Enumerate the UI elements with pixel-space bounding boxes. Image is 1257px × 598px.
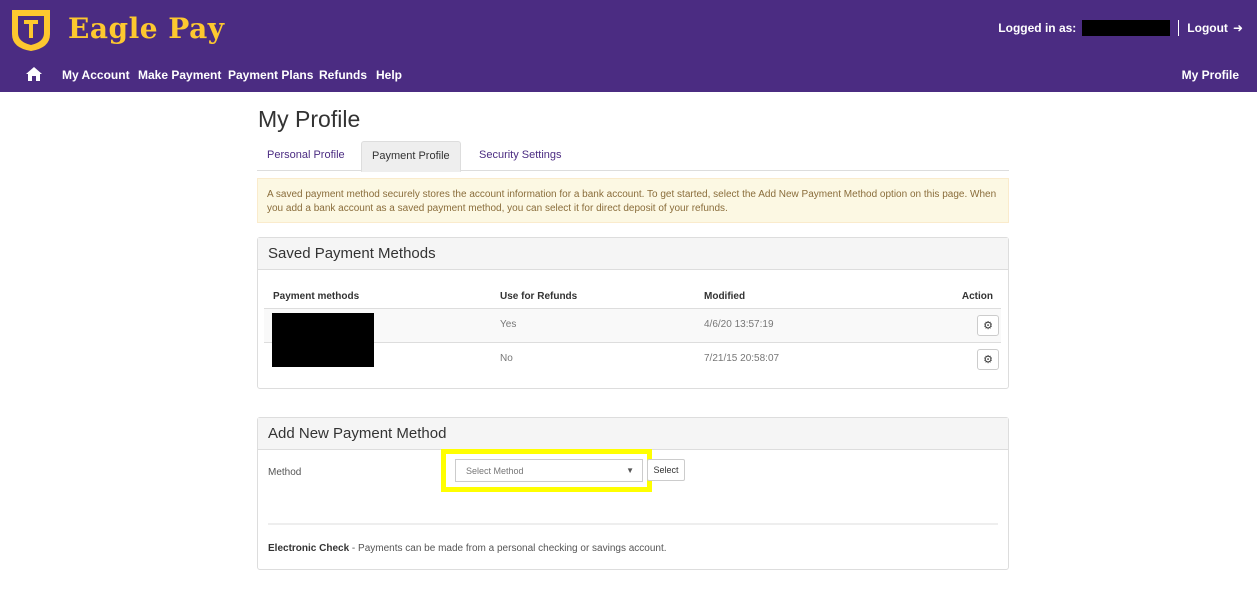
column-header: Action [961,291,993,302]
table-row: No 7/21/15 20:58:07 ⚙ [264,342,1001,376]
logout-link[interactable]: Logout [1187,21,1228,35]
top-header: Eagle Pay Logged in as: Logout ➜ My Acco… [0,0,1257,92]
user-area: Logged in as: Logout ➜ [998,20,1243,36]
nav-my-account[interactable]: My Account [62,68,130,82]
tab-payment-profile[interactable]: Payment Profile [361,141,461,172]
add-payment-method-panel: Add New Payment Method Method Select Met… [257,417,1009,570]
modified-cell: 4/6/20 13:57:19 [704,319,774,330]
saved-payment-methods-panel: Saved Payment Methods Payment methods Us… [257,237,1009,389]
logged-in-label: Logged in as: [998,21,1077,35]
panel-heading: Add New Payment Method [258,418,1008,450]
gear-icon: ⚙ [983,354,993,366]
footnote-description: - Payments can be made from a personal c… [349,543,667,554]
redacted-username [1082,20,1171,36]
column-header: Modified [704,291,746,302]
redacted-payment-methods [272,313,374,367]
brand-title[interactable]: Eagle Pay [68,12,224,45]
modified-cell: 7/21/15 20:58:07 [704,353,780,364]
main-nav: My Account Make Payment Payment Plans Re… [0,62,1257,88]
select-button[interactable]: Select [647,459,685,481]
column-header: Use for Refunds [500,291,578,302]
gear-icon: ⚙ [983,320,993,332]
page-title: My Profile [258,106,361,132]
nav-my-profile[interactable]: My Profile [1182,68,1239,82]
method-label: Method [268,467,302,478]
select-value: Select Method [466,466,524,476]
divider [268,523,998,525]
method-footnote: Electronic Check - Payments can be made … [268,543,667,554]
refunds-cell: Yes [500,319,517,330]
method-select[interactable]: Select Method ▼ [455,459,643,482]
home-icon[interactable] [26,67,42,81]
university-logo[interactable] [10,8,52,52]
table-row: Yes 4/6/20 13:57:19 ⚙ [264,308,1001,342]
footnote-method-name: Electronic Check [268,543,350,554]
caret-down-icon: ▼ [626,466,634,475]
column-header: Payment methods [273,291,360,302]
nav-payment-plans[interactable]: Payment Plans [228,68,313,82]
table-header: Payment methods Use for Refunds Modified… [258,288,1008,306]
refunds-cell: No [500,353,513,364]
row-action-button[interactable]: ⚙ [977,349,999,370]
info-alert: A saved payment method securely stores t… [257,178,1009,223]
profile-tabs: Personal Profile Payment Profile Securit… [257,141,1009,172]
logout-icon[interactable]: ➜ [1233,21,1243,35]
nav-make-payment[interactable]: Make Payment [138,68,221,82]
tab-security-settings[interactable]: Security Settings [469,141,572,172]
nav-refunds[interactable]: Refunds [319,68,367,82]
panel-heading: Saved Payment Methods [258,238,1008,270]
row-action-button[interactable]: ⚙ [977,315,999,336]
tab-personal-profile[interactable]: Personal Profile [257,141,355,172]
divider [1178,20,1180,36]
nav-help[interactable]: Help [376,68,402,82]
